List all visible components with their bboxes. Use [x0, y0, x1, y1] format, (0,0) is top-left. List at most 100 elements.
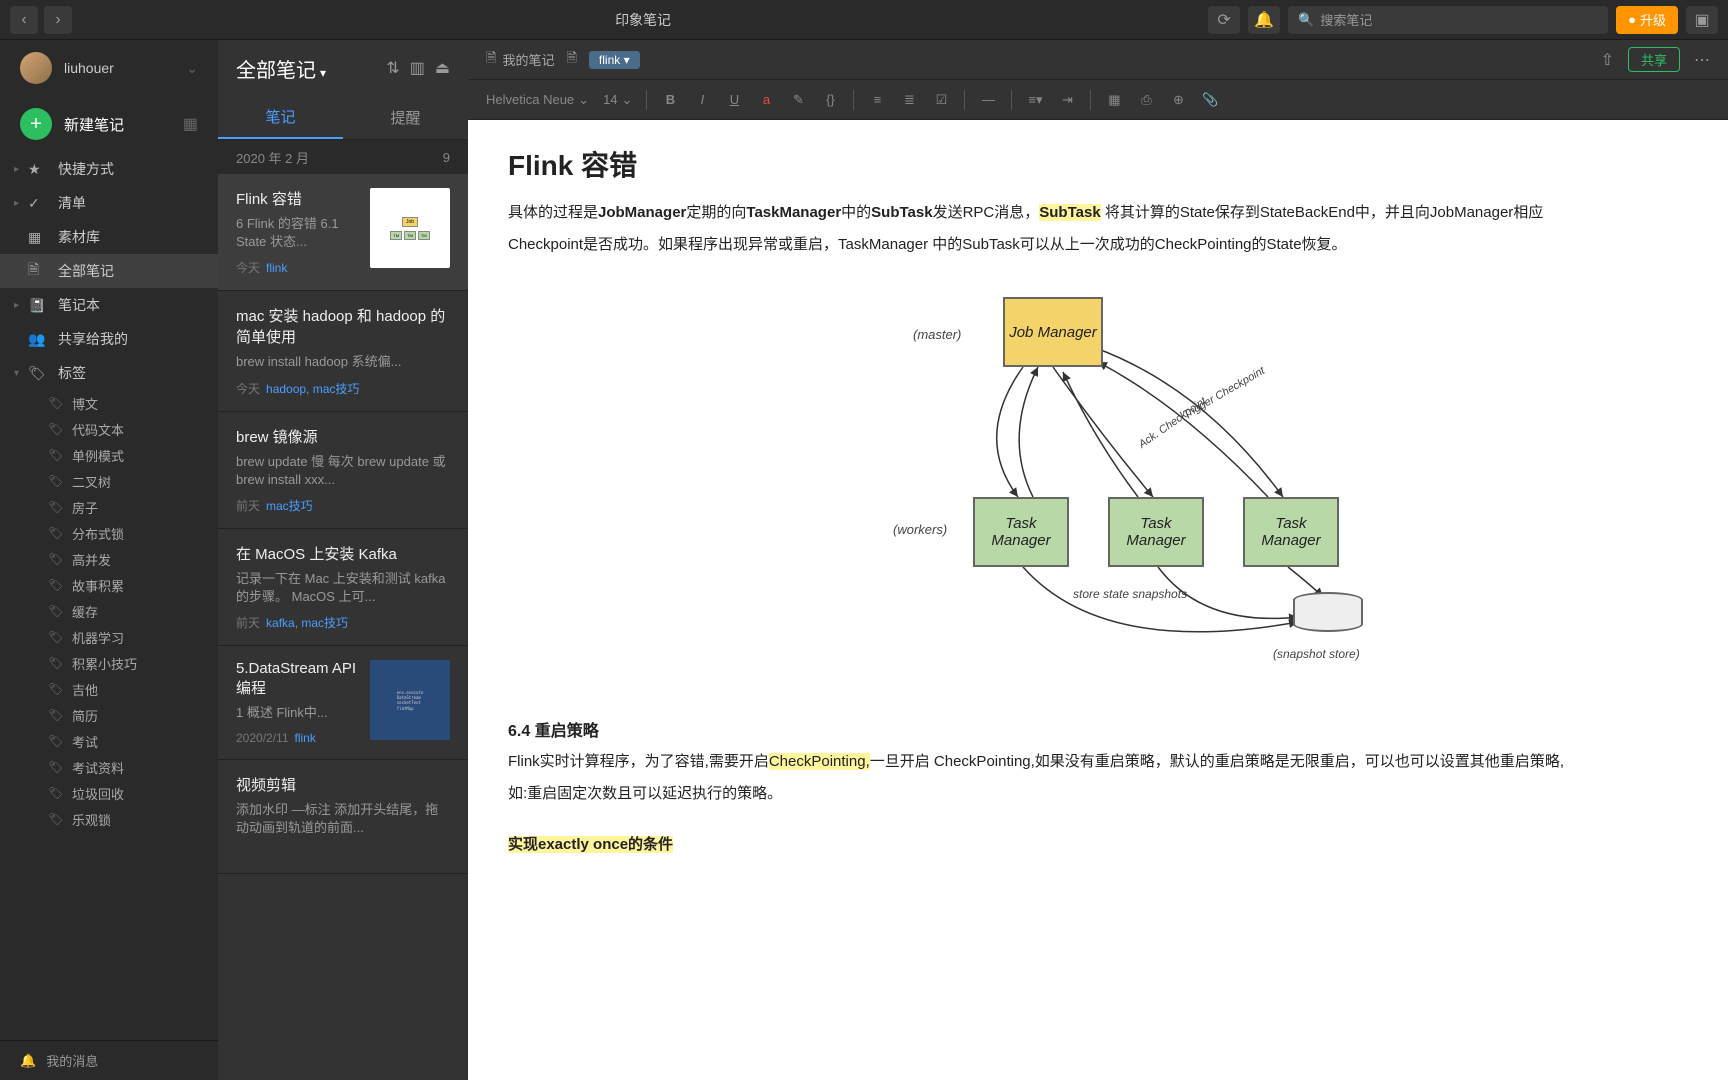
tag-item[interactable]: 🏷高并发 — [0, 546, 218, 572]
hr-icon[interactable]: — — [979, 92, 997, 107]
tag-icon: 🏷 — [48, 500, 64, 514]
star-icon: ★ — [28, 161, 48, 178]
ul-icon[interactable]: ≡ — [868, 92, 886, 107]
note-card[interactable]: 在 MacOS 上安装 Kafka记录一下在 Mac 上安装和测试 kafka … — [218, 529, 468, 646]
more-icon[interactable]: ⋯ — [1694, 50, 1710, 70]
indent-icon[interactable]: ⇥ — [1058, 92, 1076, 108]
highlight-icon[interactable]: ✎ — [789, 92, 807, 108]
app-title: 印象笔记 — [78, 10, 1208, 30]
tag-icon: 🏷 — [48, 474, 64, 488]
tag-item[interactable]: 🏷乐观锁 — [0, 806, 218, 832]
note-title[interactable]: Flink 容错 — [508, 144, 1688, 184]
notebook-icon: 📓 — [28, 297, 48, 314]
tag-item[interactable]: 🏷单例模式 — [0, 442, 218, 468]
grid-view-icon[interactable]: ▦ — [183, 114, 198, 134]
tag-icon: 🏷 — [48, 552, 64, 566]
tag-item[interactable]: 🏷房子 — [0, 494, 218, 520]
bell-icon: 🔔 — [20, 1053, 36, 1069]
messages-row[interactable]: 🔔 我的消息 — [0, 1040, 218, 1080]
tag-item[interactable]: 🏷博文 — [0, 390, 218, 416]
table-icon[interactable]: ▦ — [1105, 92, 1123, 108]
align-icon[interactable]: ≡▾ — [1026, 92, 1044, 108]
sidebar-item-checklist[interactable]: ▸✓清单 — [0, 186, 218, 220]
tab-notes[interactable]: 笔记 — [218, 96, 343, 139]
sidebar-item-shortcuts[interactable]: ▸★快捷方式 — [0, 152, 218, 186]
tag-item[interactable]: 🏷积累小技巧 — [0, 650, 218, 676]
code-icon[interactable]: {} — [821, 92, 839, 107]
toolbar: Helvetica Neue ⌄ 14 ⌄ B I U a ✎ {} ≡ ≣ ☑… — [468, 80, 1728, 120]
sidebar-item-tags[interactable]: ▾🏷标签 — [0, 356, 218, 390]
tag-chip[interactable]: flink ▾ — [589, 51, 640, 69]
note-list: 全部笔记▾ ⇅ ▥ ⏏ 笔记 提醒 2020 年 2 月 9 Flink 容错6… — [218, 40, 468, 1080]
tag-icon: 🏷 — [48, 422, 64, 436]
note-card[interactable]: brew 镜像源brew update 慢 每次 brew update 或 b… — [218, 412, 468, 529]
sort-icon[interactable]: ⇅ — [386, 58, 399, 78]
sidebar-item-library[interactable]: ▦素材库 — [0, 220, 218, 254]
chevron-down-icon: ⌄ — [186, 60, 198, 77]
new-note-button[interactable]: + — [20, 108, 52, 140]
notelist-title[interactable]: 全部笔记▾ — [236, 54, 326, 83]
tag-icon: 🏷 — [48, 396, 64, 410]
tag-icon: 🏷 — [48, 708, 64, 722]
tag-icon: 🏷 — [48, 630, 64, 644]
upgrade-button[interactable]: ●升级 — [1616, 6, 1678, 34]
note-card[interactable]: mac 安装 hadoop 和 hadoop 的简单使用brew install… — [218, 291, 468, 411]
tab-reminders[interactable]: 提醒 — [343, 96, 468, 139]
filter-icon[interactable]: ⏏ — [435, 58, 450, 78]
tag-item[interactable]: 🏷简历 — [0, 702, 218, 728]
note-thumbnail: env.executeDataStreamsocketTextflatMap — [370, 660, 450, 740]
tag-item[interactable]: 🏷故事积累 — [0, 572, 218, 598]
note-content[interactable]: Flink 容错 具体的过程是JobManager定期的向TaskManager… — [468, 120, 1728, 1080]
sync-icon[interactable]: ⟳ — [1208, 6, 1240, 34]
tag-item[interactable]: 🏷代码文本 — [0, 416, 218, 442]
attach-icon[interactable]: 📎 — [1201, 92, 1219, 108]
tag-icon: 🏷 — [48, 734, 64, 748]
note-card[interactable]: Flink 容错6 Flink 的容错 6.1 State 状态...今天fli… — [218, 174, 468, 291]
italic-icon[interactable]: I — [693, 92, 711, 107]
size-select[interactable]: 14 ⌄ — [603, 92, 632, 108]
share-button[interactable]: 共享 — [1628, 47, 1680, 72]
tag-icon: 🏷 — [48, 760, 64, 774]
tag-icon: 🏷 — [28, 365, 48, 382]
tag-icon: 🏷 — [48, 526, 64, 540]
sidebar-item-notebooks[interactable]: ▸📓笔记本 — [0, 288, 218, 322]
tag-item[interactable]: 🏷分布式锁 — [0, 520, 218, 546]
bold-icon[interactable]: B — [661, 92, 679, 107]
tag-icon: 🏷 — [48, 656, 64, 670]
sidebar: liuhouer ⌄ + 新建笔记 ▦ ▸★快捷方式 ▸✓清单 ▦素材库 🗎全部… — [0, 40, 218, 1080]
ol-icon[interactable]: ≣ — [900, 92, 918, 108]
tag-icon: 🏷 — [48, 604, 64, 618]
tag-item[interactable]: 🏷缓存 — [0, 598, 218, 624]
layout-icon[interactable]: ▥ — [410, 58, 425, 78]
diagram-task-manager: Task Manager — [1108, 497, 1204, 567]
breadcrumb-notebook[interactable]: 🗎我的笔记 — [486, 49, 554, 71]
note-thumbnail: JobTMTMTM — [370, 188, 450, 268]
notification-icon[interactable]: 🔔 — [1248, 6, 1280, 34]
checklist-icon[interactable]: ☑ — [932, 92, 950, 108]
back-button[interactable]: ‹ — [10, 6, 38, 34]
account-icon[interactable]: ▣ — [1686, 6, 1718, 34]
tag-item[interactable]: 🏷二叉树 — [0, 468, 218, 494]
underline-icon[interactable]: U — [725, 92, 743, 107]
tag-item[interactable]: 🏷吉他 — [0, 676, 218, 702]
tag-item[interactable]: 🏷考试 — [0, 728, 218, 754]
tag-item[interactable]: 🏷机器学习 — [0, 624, 218, 650]
sidebar-item-allnotes[interactable]: 🗎全部笔记 — [0, 254, 218, 288]
tag-item[interactable]: 🏷考试资料 — [0, 754, 218, 780]
font-select[interactable]: Helvetica Neue ⌄ — [486, 92, 589, 108]
tag-icon: 🏷 — [48, 812, 64, 826]
tag-item[interactable]: 🏷垃圾回收 — [0, 780, 218, 806]
username: liuhouer — [64, 60, 114, 76]
user-row[interactable]: liuhouer ⌄ — [0, 40, 218, 96]
color-icon[interactable]: a — [757, 92, 775, 107]
export-icon[interactable]: ⇧ — [1601, 50, 1614, 70]
sidebar-item-shared[interactable]: 👥共享给我的 — [0, 322, 218, 356]
template-icon[interactable]: ⎙ — [1137, 92, 1155, 108]
note-card[interactable]: 5.DataStream API 编程1 概述 Flink中...2020/2/… — [218, 646, 468, 759]
note-card[interactable]: 视频剪辑添加水印 —标注 添加开头结尾，拖动动画到轨道的前面... — [218, 760, 468, 874]
link-icon[interactable]: ⊕ — [1169, 92, 1187, 108]
diagram-job-manager: Job Manager — [1003, 297, 1103, 367]
tag-icon: 🏷 — [48, 448, 64, 462]
search-input[interactable]: 🔍 搜索笔记 — [1288, 6, 1608, 34]
forward-button[interactable]: › — [44, 6, 72, 34]
